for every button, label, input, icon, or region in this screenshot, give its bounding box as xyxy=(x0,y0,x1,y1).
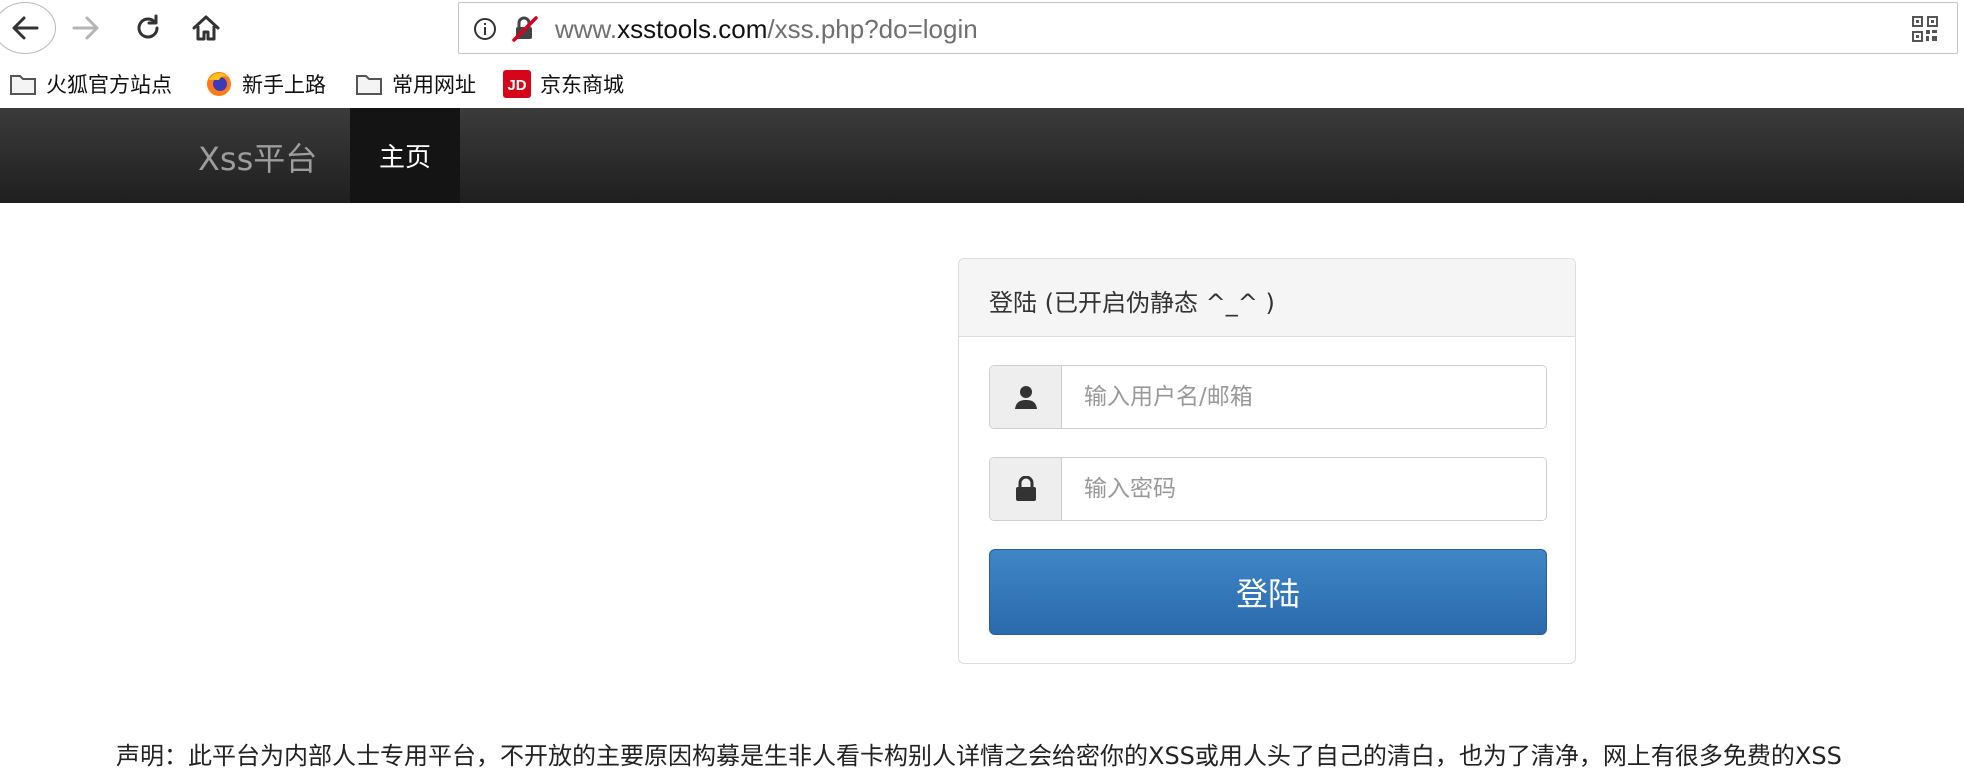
insecure-lock-icon[interactable] xyxy=(511,15,539,43)
address-bar[interactable]: www.xsstools.com/xss.php?do=login xyxy=(458,2,1958,54)
bookmark-firefox-official[interactable]: 火狐官方站点 xyxy=(8,68,172,100)
login-button[interactable]: 登陆 xyxy=(989,549,1547,635)
username-input-group xyxy=(989,365,1547,429)
bookmark-getting-started[interactable]: 新手上路 xyxy=(204,68,326,100)
site-navbar: Xss平台 主页 xyxy=(0,108,1964,203)
url-text[interactable]: www.xsstools.com/xss.php?do=login xyxy=(555,14,978,45)
browser-toolbar: www.xsstools.com/xss.php?do=login xyxy=(0,0,1964,56)
reload-button[interactable] xyxy=(130,10,166,46)
site-brand[interactable]: Xss平台 xyxy=(198,134,317,180)
firefox-icon xyxy=(204,71,234,97)
bookmark-jd-mall[interactable]: JD 京东商城 xyxy=(502,68,624,100)
arrow-left-icon xyxy=(12,16,39,40)
nav-home-link[interactable]: 主页 xyxy=(350,108,460,203)
qr-code-icon[interactable] xyxy=(1911,15,1939,43)
username-input[interactable] xyxy=(1062,366,1546,428)
url-domain: xsstools.com xyxy=(617,14,768,44)
arrow-right-icon xyxy=(72,16,99,40)
bookmark-label: 京东商城 xyxy=(540,73,624,97)
password-input[interactable] xyxy=(1062,458,1546,520)
reload-icon xyxy=(137,14,159,39)
bookmark-common-sites[interactable]: 常用网址 xyxy=(354,68,476,100)
folder-icon xyxy=(354,71,384,97)
home-button[interactable] xyxy=(188,10,224,46)
folder-icon xyxy=(8,71,38,97)
bookmark-label: 常用网址 xyxy=(392,73,476,97)
bookmark-label: 新手上路 xyxy=(242,73,326,97)
bookmarks-bar: 火狐官方站点 新手上路 常用网址 JD 京东商城 xyxy=(0,62,1964,106)
svg-text:JD: JD xyxy=(507,77,526,94)
lock-icon xyxy=(990,458,1062,520)
login-panel: 登陆 (已开启伪静态 ^_^ ) 登陆 xyxy=(958,258,1576,664)
forward-button[interactable] xyxy=(68,10,104,46)
user-icon xyxy=(990,366,1062,428)
password-input-group xyxy=(989,457,1547,521)
jd-icon: JD xyxy=(502,70,532,98)
bookmark-label: 火狐官方站点 xyxy=(46,73,172,97)
info-icon[interactable] xyxy=(473,17,497,41)
login-panel-title: 登陆 (已开启伪静态 ^_^ ) xyxy=(989,289,1275,317)
back-button[interactable] xyxy=(0,2,56,54)
login-panel-header: 登陆 (已开启伪静态 ^_^ ) xyxy=(959,259,1575,337)
home-icon xyxy=(192,15,220,41)
